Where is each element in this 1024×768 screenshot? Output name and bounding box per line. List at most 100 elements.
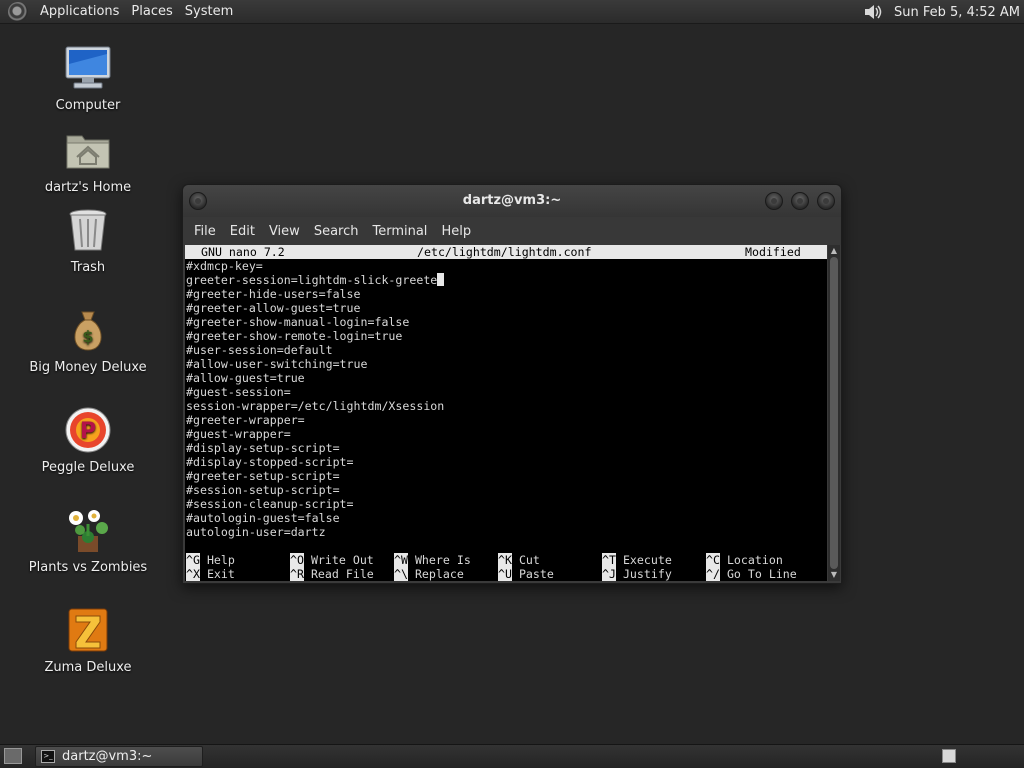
terminal-window[interactable]: dartz@vm3:~ File Edit View Search Termin… xyxy=(182,184,842,584)
menu-search[interactable]: Search xyxy=(307,224,366,239)
code-line-text: #allow-guest=true xyxy=(186,371,305,385)
desktop-icon-label: Peggle Deluxe xyxy=(41,460,135,475)
code-line-text: #greeter-show-manual-login=false xyxy=(186,315,410,329)
shortcut-key: ^X xyxy=(186,567,200,581)
code-line-text: #display-stopped-script= xyxy=(186,455,354,469)
shortcut-label: Justify xyxy=(622,567,672,581)
menu-file[interactable]: File xyxy=(187,224,223,239)
svg-text:P: P xyxy=(80,419,96,444)
code-line: autologin-user=dartz xyxy=(185,525,827,539)
taskbar-button-terminal[interactable]: >_ dartz@vm3:~ xyxy=(35,746,203,767)
shortcut-label: Cut xyxy=(518,553,540,567)
shortcut-label: Paste xyxy=(518,567,554,581)
trash-icon xyxy=(64,206,112,254)
shortcut-key: ^U xyxy=(498,567,512,581)
terminal-output[interactable]: GNU nano 7.2 /etc/lightdm/lightdm.conf M… xyxy=(185,245,827,581)
code-line: #guest-session= xyxy=(185,385,827,399)
shortcut-key: ^\ xyxy=(394,567,408,581)
menu-view[interactable]: View xyxy=(262,224,307,239)
terminal-menu-bar: File Edit View Search Terminal Help xyxy=(183,217,841,245)
desktop-icon-label: Plants vs Zombies xyxy=(28,560,148,575)
code-line-text: #autologin-guest=false xyxy=(186,511,340,525)
shortcut-item[interactable]: ^W Where Is xyxy=(394,553,471,567)
menu-edit[interactable]: Edit xyxy=(223,224,262,239)
code-line: session-wrapper=/etc/lightdm/Xsession xyxy=(185,399,827,413)
scroll-down-arrow-icon[interactable]: ▼ xyxy=(829,570,839,580)
scrollbar-thumb[interactable] xyxy=(830,257,838,569)
code-line-text: #greeter-setup-script= xyxy=(186,469,340,483)
shortcut-label: Read File xyxy=(310,567,374,581)
shortcut-label: Write Out xyxy=(310,553,374,567)
desktop-icon-plants-vs-zombies[interactable]: Plants vs Zombies xyxy=(13,506,163,575)
shortcut-item[interactable]: ^R Read File xyxy=(290,567,374,581)
shortcut-item[interactable]: ^X Exit xyxy=(186,567,235,581)
code-line-text: autologin-user=dartz xyxy=(186,525,326,539)
shortcut-key: ^K xyxy=(498,553,512,567)
minimize-button[interactable] xyxy=(765,192,783,210)
show-desktop-icon[interactable] xyxy=(4,748,22,764)
svg-text:$: $ xyxy=(82,327,93,346)
shortcut-label: Exit xyxy=(206,567,235,581)
vertical-scrollbar[interactable]: ▲ ▼ xyxy=(828,245,840,581)
shortcut-item[interactable]: ^\ Replace xyxy=(394,567,464,581)
clock[interactable]: Sun Feb 5, 4:52 AM xyxy=(894,5,1024,20)
places-menu[interactable]: Places xyxy=(125,4,178,19)
code-line: #session-cleanup-script= xyxy=(185,497,827,511)
desktop-icon-trash[interactable]: Trash xyxy=(13,206,163,275)
code-line-text: #guest-wrapper= xyxy=(186,427,291,441)
desktop-icon-computer[interactable]: Computer xyxy=(13,44,163,113)
shortcut-key: ^W xyxy=(394,553,408,567)
desktop-icon-label: Big Money Deluxe xyxy=(29,360,147,375)
code-line: #greeter-allow-guest=true xyxy=(185,301,827,315)
nano-title-bar: GNU nano 7.2 /etc/lightdm/lightdm.conf M… xyxy=(185,245,827,259)
workspace-switcher[interactable] xyxy=(942,749,956,763)
desktop-icon-zuma[interactable]: Zuma Deluxe xyxy=(13,606,163,675)
shortcut-key: ^J xyxy=(602,567,616,581)
shortcut-item[interactable]: ^/ Go To Line xyxy=(706,567,797,581)
code-line: #display-stopped-script= xyxy=(185,455,827,469)
code-line: #guest-wrapper= xyxy=(185,427,827,441)
code-line-text: #user-session=default xyxy=(186,343,333,357)
desktop-icon-label: Trash xyxy=(70,260,106,275)
scroll-up-arrow-icon[interactable]: ▲ xyxy=(829,246,839,256)
shortcut-item[interactable]: ^O Write Out xyxy=(290,553,374,567)
code-line: #greeter-hide-users=false xyxy=(185,287,827,301)
menu-terminal[interactable]: Terminal xyxy=(365,224,434,239)
desktop-icon-peggle[interactable]: P Peggle Deluxe xyxy=(13,406,163,475)
window-menu-button[interactable] xyxy=(189,192,207,210)
menu-help[interactable]: Help xyxy=(434,224,478,239)
code-line-text: #greeter-show-remote-login=true xyxy=(186,329,403,343)
shortcut-item[interactable]: ^T Execute xyxy=(602,553,672,567)
shortcut-item[interactable]: ^J Justify xyxy=(602,567,672,581)
code-line-text: #allow-user-switching=true xyxy=(186,357,368,371)
code-line: #user-session=default xyxy=(185,343,827,357)
gnome-foot-icon[interactable] xyxy=(8,1,28,22)
terminal-icon: >_ xyxy=(41,750,55,763)
shortcut-item[interactable]: ^G Help xyxy=(186,553,235,567)
applications-menu[interactable]: Applications xyxy=(34,4,125,19)
code-line: #session-setup-script= xyxy=(185,483,827,497)
shortcut-key: ^T xyxy=(602,553,616,567)
file-content[interactable]: #xdmcp-key=greeter-session=lightdm-slick… xyxy=(185,259,827,539)
desktop-icon-label: Computer xyxy=(55,98,121,113)
close-button[interactable] xyxy=(817,192,835,210)
desktop-icon-home[interactable]: dartz's Home xyxy=(13,126,163,195)
shortcut-label: Location xyxy=(726,553,783,567)
shortcut-item[interactable]: ^K Cut xyxy=(498,553,540,567)
maximize-button[interactable] xyxy=(791,192,809,210)
shortcut-item[interactable]: ^C Location xyxy=(706,553,783,567)
top-panel: Applications Places System Sun Feb 5, 4:… xyxy=(0,0,1024,24)
desktop-icon-big-money[interactable]: $ Big Money Deluxe xyxy=(13,306,163,375)
volume-icon[interactable] xyxy=(862,2,886,22)
window-title-bar[interactable]: dartz@vm3:~ xyxy=(183,185,841,217)
window-title: dartz@vm3:~ xyxy=(462,193,562,208)
shortcut-key: ^G xyxy=(186,553,200,567)
code-line: #autologin-guest=false xyxy=(185,511,827,525)
code-line: greeter-session=lightdm-slick-greete xyxy=(185,273,827,287)
code-line: #greeter-wrapper= xyxy=(185,413,827,427)
shortcut-label: Help xyxy=(206,553,235,567)
nano-filename: /etc/lightdm/lightdm.conf xyxy=(417,245,592,259)
system-menu[interactable]: System xyxy=(179,4,239,19)
bottom-panel: >_ dartz@vm3:~ xyxy=(0,744,1024,768)
shortcut-item[interactable]: ^U Paste xyxy=(498,567,554,581)
